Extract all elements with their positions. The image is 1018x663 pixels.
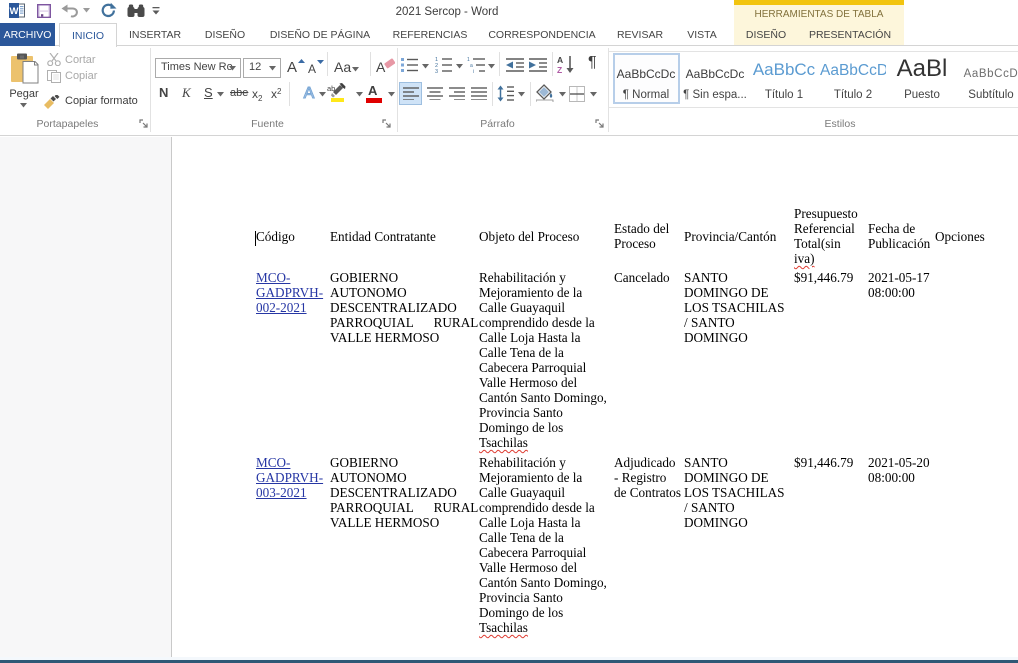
svg-text:W: W xyxy=(10,6,19,17)
svg-text:A: A xyxy=(304,85,315,101)
svg-text:A: A xyxy=(557,55,563,65)
svg-text:Z: Z xyxy=(557,65,562,74)
svg-text:3: 3 xyxy=(435,69,438,73)
svg-text:i: i xyxy=(473,69,474,73)
